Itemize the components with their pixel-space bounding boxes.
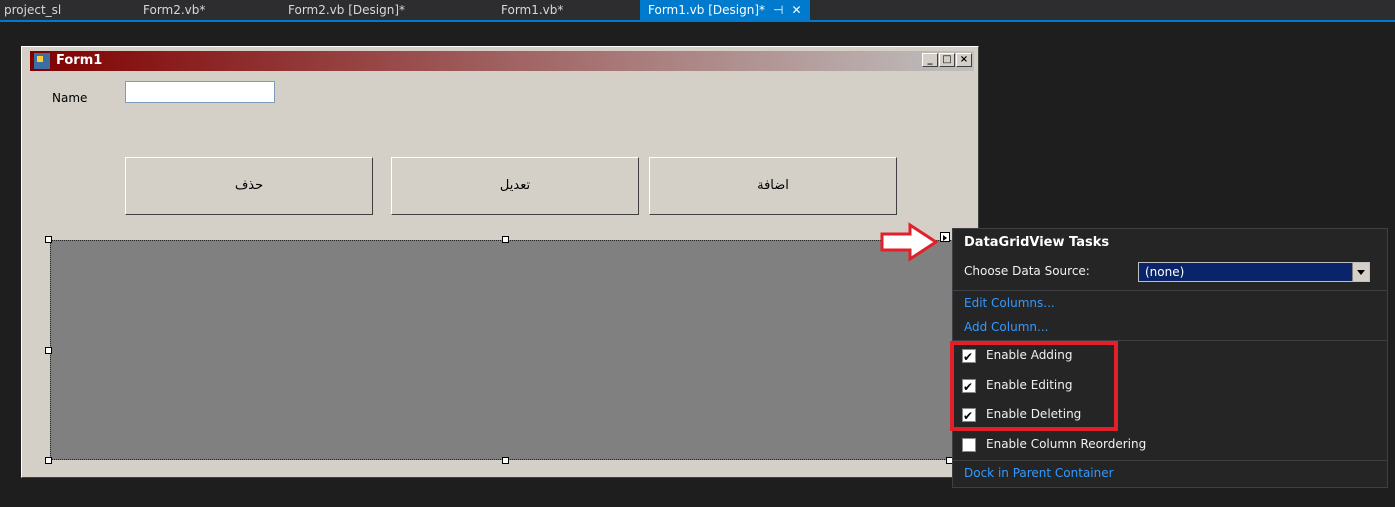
- divider: [953, 460, 1387, 461]
- close-button[interactable]: ×: [956, 53, 972, 67]
- highlight-box: [950, 341, 1118, 431]
- checkbox[interactable]: [962, 437, 976, 452]
- edit-columns-link[interactable]: Edit Columns...: [964, 296, 1055, 310]
- chevron-down-icon[interactable]: [1352, 263, 1369, 281]
- red-arrow-icon: [880, 222, 939, 262]
- tab-form1-vb[interactable]: Form1.vb*: [501, 0, 563, 20]
- delete-button[interactable]: حذف: [125, 157, 373, 215]
- tasks-title: DataGridView Tasks: [964, 235, 1110, 250]
- document-tab-bar: project_sl Form2.vb* Form2.vb [Design]* …: [0, 0, 1395, 22]
- name-label: Name: [52, 91, 88, 105]
- smart-tag-glyph-icon[interactable]: [940, 232, 950, 242]
- form-title: Form1: [56, 53, 103, 68]
- resize-handle[interactable]: [502, 236, 509, 243]
- tab-label: Form1.vb [Design]*: [648, 3, 766, 17]
- option-label: Enable Column Reordering: [986, 437, 1147, 451]
- form-titlebar: Form1 _ □ ×: [30, 51, 974, 71]
- pin-icon[interactable]: ⊣: [773, 3, 783, 17]
- tab-form1-design[interactable]: Form1.vb [Design]* ⊣ ✕: [640, 0, 810, 20]
- add-column-link[interactable]: Add Column...: [964, 320, 1048, 334]
- form-icon: [34, 53, 50, 69]
- minimize-button[interactable]: _: [922, 53, 938, 67]
- dock-in-parent-link[interactable]: Dock in Parent Container: [964, 466, 1114, 480]
- close-icon[interactable]: ✕: [791, 3, 801, 17]
- maximize-button[interactable]: □: [939, 53, 955, 67]
- resize-handle[interactable]: [45, 347, 52, 354]
- data-source-value: (none): [1145, 265, 1185, 279]
- datagridview[interactable]: [50, 240, 955, 460]
- edit-button[interactable]: تعديل: [391, 157, 639, 215]
- data-source-label: Choose Data Source:: [964, 264, 1090, 278]
- enable-column-reordering-option[interactable]: Enable Column Reordering: [962, 434, 1146, 456]
- name-input[interactable]: [125, 81, 275, 103]
- add-button[interactable]: اضافة: [649, 157, 897, 215]
- resize-handle[interactable]: [45, 457, 52, 464]
- form-designer-window: Form1 _ □ × Name حذف تعديل اضافة: [21, 46, 979, 478]
- resize-handle[interactable]: [502, 457, 509, 464]
- tab-form2-design[interactable]: Form2.vb [Design]*: [288, 0, 405, 20]
- tab-form2-vb[interactable]: Form2.vb*: [143, 0, 205, 20]
- divider: [953, 290, 1387, 291]
- resize-handle[interactable]: [45, 236, 52, 243]
- data-source-select[interactable]: (none): [1138, 262, 1370, 282]
- tab-project-sl[interactable]: project_sl: [4, 0, 61, 20]
